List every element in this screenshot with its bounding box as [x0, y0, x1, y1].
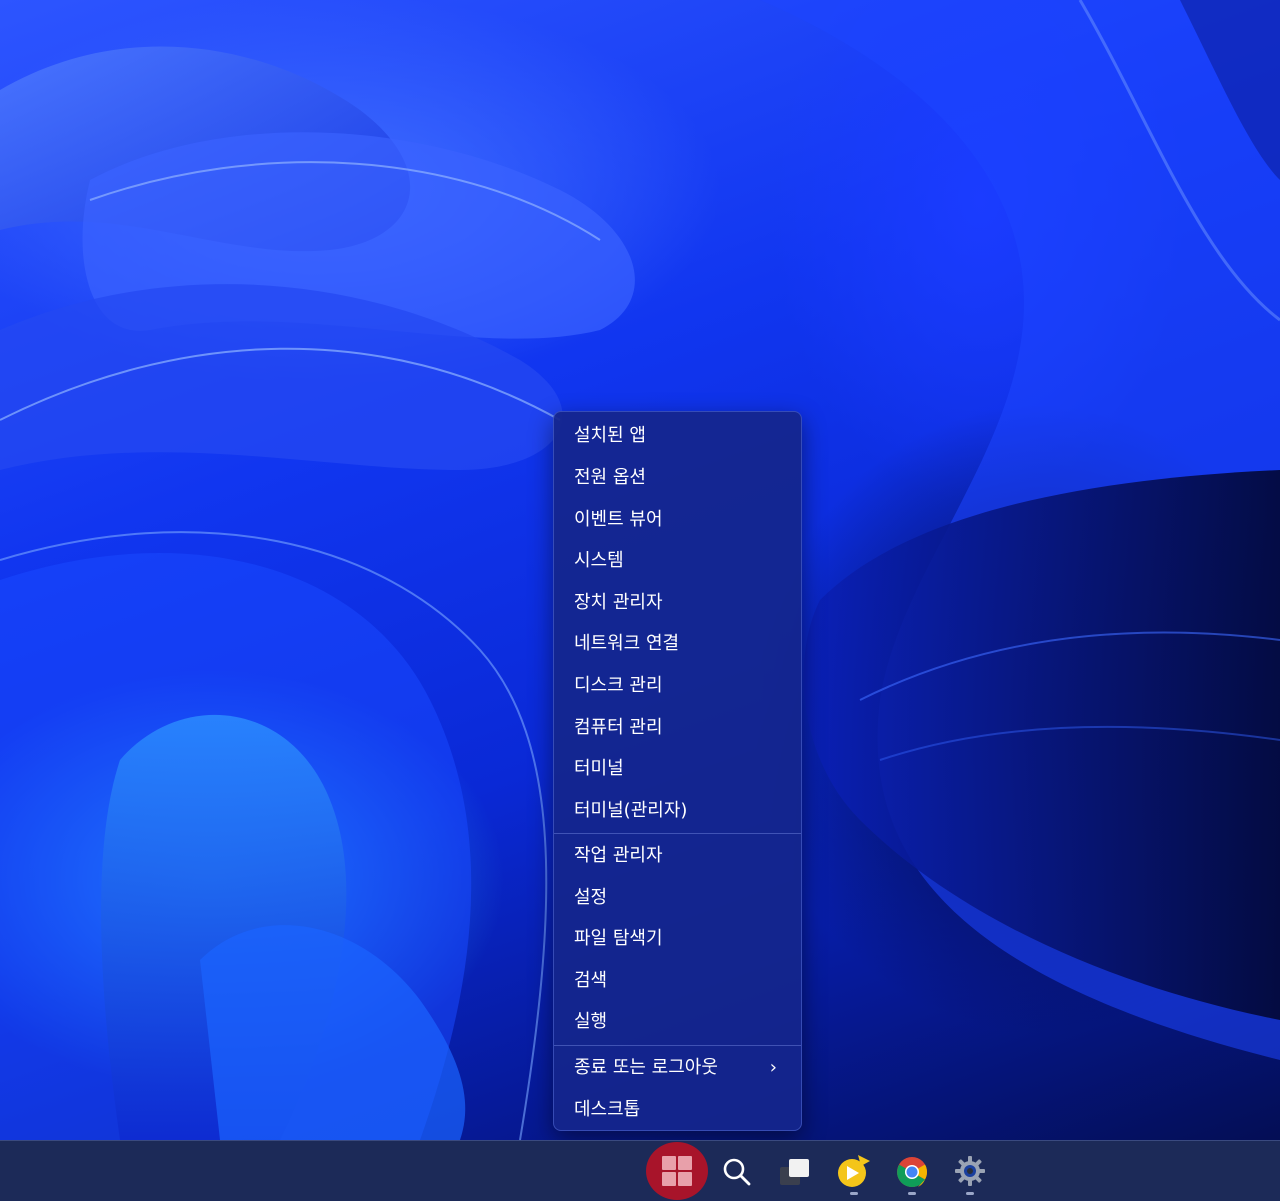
- settings-icon: [955, 1156, 985, 1186]
- menu-separator: [554, 833, 801, 834]
- menu-item-desktop[interactable]: 데스크톱: [558, 1092, 797, 1128]
- menu-item-label: 네트워크 연결: [574, 633, 680, 654]
- taskbar: [0, 1140, 1280, 1201]
- media-player-icon: [838, 1155, 870, 1187]
- menu-item-network-connections[interactable]: 네트워크 연결: [558, 626, 797, 662]
- menu-item-device-manager[interactable]: 장치 관리자: [558, 585, 797, 621]
- menu-item-computer-management[interactable]: 컴퓨터 관리: [558, 710, 797, 746]
- start-context-menu: 설치된 앱 전원 옵션 이벤트 뷰어 시스템 장치 관리자 네트워크 연결 디스…: [553, 411, 802, 1131]
- start-button[interactable]: [646, 1142, 708, 1200]
- menu-item-label: 설치된 앱: [574, 425, 646, 446]
- menu-item-label: 전원 옵션: [574, 467, 646, 488]
- menu-item-label: 시스템: [574, 550, 624, 571]
- menu-item-label: 장치 관리자: [574, 592, 663, 613]
- settings-button[interactable]: [944, 1145, 996, 1197]
- menu-item-terminal-admin[interactable]: 터미널(관리자): [558, 793, 797, 829]
- menu-item-label: 디스크 관리: [574, 675, 663, 696]
- menu-item-label: 검색: [574, 970, 608, 991]
- search-icon: [723, 1158, 751, 1186]
- task-view-icon: [780, 1159, 809, 1185]
- running-indicator: [908, 1192, 916, 1195]
- media-player-button[interactable]: [828, 1145, 880, 1197]
- menu-item-label: 설정: [574, 887, 608, 908]
- chrome-button[interactable]: [886, 1145, 938, 1197]
- menu-item-terminal[interactable]: 터미널: [558, 751, 797, 787]
- menu-item-label: 실행: [574, 1011, 608, 1032]
- menu-item-label: 터미널: [574, 758, 624, 779]
- menu-item-label: 컴퓨터 관리: [574, 717, 663, 738]
- menu-item-file-explorer[interactable]: 파일 탐색기: [558, 921, 797, 957]
- menu-item-installed-apps[interactable]: 설치된 앱: [558, 418, 797, 454]
- menu-item-task-manager[interactable]: 작업 관리자: [558, 838, 797, 874]
- menu-item-run[interactable]: 실행: [558, 1004, 797, 1040]
- menu-item-label: 터미널(관리자): [574, 800, 688, 821]
- menu-item-search[interactable]: 검색: [558, 963, 797, 999]
- menu-item-label: 작업 관리자: [574, 845, 663, 866]
- chrome-icon: [897, 1157, 928, 1188]
- menu-separator: [554, 1045, 801, 1046]
- running-indicator: [850, 1192, 858, 1195]
- chevron-right-icon: ›: [769, 1057, 777, 1078]
- task-view-button[interactable]: [769, 1145, 821, 1197]
- menu-item-shutdown-signout[interactable]: 종료 또는 로그아웃 ›: [558, 1050, 797, 1086]
- start-icon: [662, 1156, 692, 1186]
- running-indicator: [966, 1192, 974, 1195]
- menu-item-settings[interactable]: 설정: [558, 880, 797, 916]
- menu-item-disk-management[interactable]: 디스크 관리: [558, 668, 797, 704]
- menu-item-label: 데스크톱: [574, 1099, 641, 1120]
- menu-item-system[interactable]: 시스템: [558, 543, 797, 579]
- menu-item-power-options[interactable]: 전원 옵션: [558, 460, 797, 496]
- taskbar-search-button[interactable]: [711, 1145, 763, 1197]
- menu-item-label: 종료 또는 로그아웃: [574, 1057, 718, 1078]
- menu-item-event-viewer[interactable]: 이벤트 뷰어: [558, 502, 797, 538]
- menu-item-label: 파일 탐색기: [574, 928, 663, 949]
- menu-item-label: 이벤트 뷰어: [574, 509, 663, 530]
